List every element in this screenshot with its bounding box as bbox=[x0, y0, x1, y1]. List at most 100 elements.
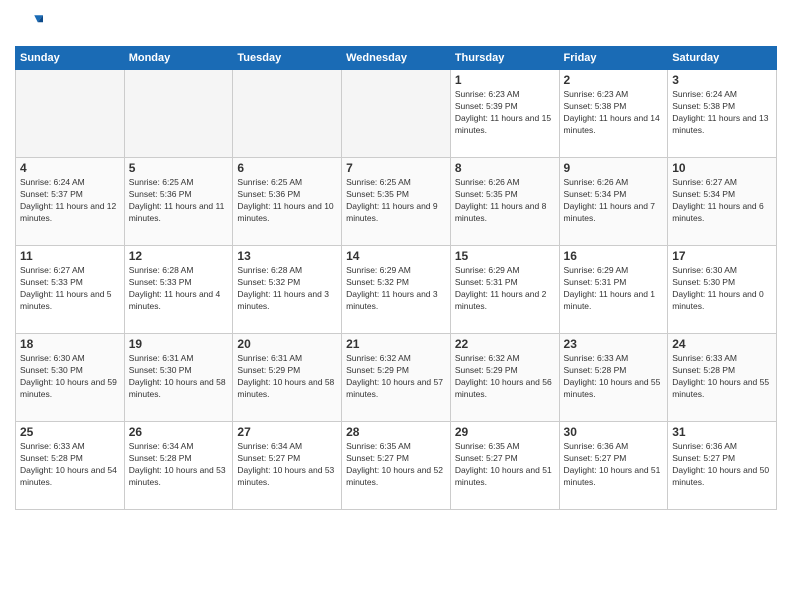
day-info: Sunrise: 6:35 AMSunset: 5:27 PMDaylight:… bbox=[455, 441, 555, 489]
calendar-week-1: 4Sunrise: 6:24 AMSunset: 5:37 PMDaylight… bbox=[16, 158, 777, 246]
column-header-friday: Friday bbox=[559, 47, 668, 70]
calendar-cell: 16 Sunrise: 6:29 AMSunset: 5:31 PMDayligh… bbox=[559, 246, 668, 334]
day-number: 21 bbox=[346, 337, 446, 351]
day-info: Sunrise: 6:25 AMSunset: 5:36 PMDaylight:… bbox=[237, 177, 337, 225]
day-number: 18 bbox=[20, 337, 120, 351]
calendar-week-4: 25 Sunrise: 6:33 AMSunset: 5:28 PMDayligh… bbox=[16, 422, 777, 510]
calendar-cell: 3 Sunrise: 6:24 AMSunset: 5:38 PMDaylight… bbox=[668, 70, 777, 158]
calendar-week-2: 11Sunrise: 6:27 AMSunset: 5:33 PMDayligh… bbox=[16, 246, 777, 334]
calendar-cell: 25 Sunrise: 6:33 AMSunset: 5:28 PMDayligh… bbox=[16, 422, 125, 510]
day-number: 28 bbox=[346, 425, 446, 439]
calendar-cell: 1 Sunrise: 6:23 AMSunset: 5:39 PMDaylight… bbox=[450, 70, 559, 158]
day-info: Sunrise: 6:36 AMSunset: 5:27 PMDaylight:… bbox=[564, 441, 664, 489]
calendar-cell: 9Sunrise: 6:26 AMSunset: 5:34 PMDaylight… bbox=[559, 158, 668, 246]
day-number: 27 bbox=[237, 425, 337, 439]
calendar-table: SundayMondayTuesdayWednesdayThursdayFrid… bbox=[15, 46, 777, 510]
column-header-saturday: Saturday bbox=[668, 47, 777, 70]
day-info: Sunrise: 6:27 AMSunset: 5:34 PMDaylight:… bbox=[672, 177, 772, 225]
calendar-cell bbox=[124, 70, 233, 158]
day-number: 31 bbox=[672, 425, 772, 439]
day-info: Sunrise: 6:33 AMSunset: 5:28 PMDaylight:… bbox=[672, 353, 772, 401]
column-header-monday: Monday bbox=[124, 47, 233, 70]
day-number: 9 bbox=[564, 161, 664, 175]
day-info: Sunrise: 6:28 AMSunset: 5:32 PMDaylight:… bbox=[237, 265, 337, 313]
logo-icon bbox=[15, 10, 43, 38]
day-number: 26 bbox=[129, 425, 229, 439]
day-info: Sunrise: 6:30 AMSunset: 5:30 PMDaylight:… bbox=[20, 353, 120, 401]
day-info: Sunrise: 6:33 AMSunset: 5:28 PMDaylight:… bbox=[564, 353, 664, 401]
calendar-cell: 27Sunrise: 6:34 AMSunset: 5:27 PMDayligh… bbox=[233, 422, 342, 510]
calendar-cell: 12Sunrise: 6:28 AMSunset: 5:33 PMDayligh… bbox=[124, 246, 233, 334]
calendar-cell: 31 Sunrise: 6:36 AMSunset: 5:27 PMDayligh… bbox=[668, 422, 777, 510]
day-number: 19 bbox=[129, 337, 229, 351]
day-info: Sunrise: 6:25 AMSunset: 5:35 PMDaylight:… bbox=[346, 177, 446, 225]
calendar-cell: 13 Sunrise: 6:28 AMSunset: 5:32 PMDayligh… bbox=[233, 246, 342, 334]
day-number: 1 bbox=[455, 73, 555, 87]
day-number: 30 bbox=[564, 425, 664, 439]
calendar-week-3: 18 Sunrise: 6:30 AMSunset: 5:30 PMDayligh… bbox=[16, 334, 777, 422]
day-number: 14 bbox=[346, 249, 446, 263]
day-number: 29 bbox=[455, 425, 555, 439]
day-number: 24 bbox=[672, 337, 772, 351]
calendar-cell: 5 Sunrise: 6:25 AMSunset: 5:36 PMDaylight… bbox=[124, 158, 233, 246]
day-number: 10 bbox=[672, 161, 772, 175]
calendar-cell: 8Sunrise: 6:26 AMSunset: 5:35 PMDaylight… bbox=[450, 158, 559, 246]
calendar-cell: 19 Sunrise: 6:31 AMSunset: 5:30 PMDayligh… bbox=[124, 334, 233, 422]
day-info: Sunrise: 6:31 AMSunset: 5:30 PMDaylight:… bbox=[129, 353, 229, 401]
day-number: 17 bbox=[672, 249, 772, 263]
day-info: Sunrise: 6:26 AMSunset: 5:35 PMDaylight:… bbox=[455, 177, 555, 225]
day-number: 25 bbox=[20, 425, 120, 439]
calendar-cell: 18 Sunrise: 6:30 AMSunset: 5:30 PMDayligh… bbox=[16, 334, 125, 422]
calendar-cell: 21 Sunrise: 6:32 AMSunset: 5:29 PMDayligh… bbox=[342, 334, 451, 422]
calendar-cell: 30 Sunrise: 6:36 AMSunset: 5:27 PMDayligh… bbox=[559, 422, 668, 510]
calendar-cell: 28Sunrise: 6:35 AMSunset: 5:27 PMDayligh… bbox=[342, 422, 451, 510]
calendar-cell: 24 Sunrise: 6:33 AMSunset: 5:28 PMDayligh… bbox=[668, 334, 777, 422]
day-info: Sunrise: 6:33 AMSunset: 5:28 PMDaylight:… bbox=[20, 441, 120, 489]
day-info: Sunrise: 6:23 AMSunset: 5:38 PMDaylight:… bbox=[564, 89, 664, 137]
day-info: Sunrise: 6:34 AMSunset: 5:28 PMDaylight:… bbox=[129, 441, 229, 489]
calendar-cell: 17 Sunrise: 6:30 AMSunset: 5:30 PMDayligh… bbox=[668, 246, 777, 334]
column-header-sunday: Sunday bbox=[16, 47, 125, 70]
column-header-tuesday: Tuesday bbox=[233, 47, 342, 70]
calendar-cell: 14Sunrise: 6:29 AMSunset: 5:32 PMDayligh… bbox=[342, 246, 451, 334]
calendar-cell bbox=[342, 70, 451, 158]
day-info: Sunrise: 6:25 AMSunset: 5:36 PMDaylight:… bbox=[129, 177, 229, 225]
calendar-cell: 7 Sunrise: 6:25 AMSunset: 5:35 PMDaylight… bbox=[342, 158, 451, 246]
day-info: Sunrise: 6:29 AMSunset: 5:31 PMDaylight:… bbox=[564, 265, 664, 313]
calendar-week-0: 1 Sunrise: 6:23 AMSunset: 5:39 PMDaylight… bbox=[16, 70, 777, 158]
calendar-cell: 2 Sunrise: 6:23 AMSunset: 5:38 PMDaylight… bbox=[559, 70, 668, 158]
day-number: 13 bbox=[237, 249, 337, 263]
day-number: 6 bbox=[237, 161, 337, 175]
calendar-cell bbox=[233, 70, 342, 158]
day-number: 20 bbox=[237, 337, 337, 351]
calendar-cell: 4Sunrise: 6:24 AMSunset: 5:37 PMDaylight… bbox=[16, 158, 125, 246]
calendar-cell: 10 Sunrise: 6:27 AMSunset: 5:34 PMDayligh… bbox=[668, 158, 777, 246]
day-number: 5 bbox=[129, 161, 229, 175]
calendar-cell: 15 Sunrise: 6:29 AMSunset: 5:31 PMDayligh… bbox=[450, 246, 559, 334]
page: SundayMondayTuesdayWednesdayThursdayFrid… bbox=[0, 0, 792, 612]
day-number: 12 bbox=[129, 249, 229, 263]
day-info: Sunrise: 6:29 AMSunset: 5:31 PMDaylight:… bbox=[455, 265, 555, 313]
day-number: 15 bbox=[455, 249, 555, 263]
day-number: 11 bbox=[20, 249, 120, 263]
calendar-cell: 23Sunrise: 6:33 AMSunset: 5:28 PMDayligh… bbox=[559, 334, 668, 422]
day-number: 22 bbox=[455, 337, 555, 351]
day-info: Sunrise: 6:24 AMSunset: 5:38 PMDaylight:… bbox=[672, 89, 772, 137]
day-number: 2 bbox=[564, 73, 664, 87]
calendar-cell bbox=[16, 70, 125, 158]
day-info: Sunrise: 6:23 AMSunset: 5:39 PMDaylight:… bbox=[455, 89, 555, 137]
day-number: 3 bbox=[672, 73, 772, 87]
calendar-cell: 6 Sunrise: 6:25 AMSunset: 5:36 PMDaylight… bbox=[233, 158, 342, 246]
logo bbox=[15, 10, 47, 38]
day-info: Sunrise: 6:32 AMSunset: 5:29 PMDaylight:… bbox=[346, 353, 446, 401]
calendar-cell: 29 Sunrise: 6:35 AMSunset: 5:27 PMDayligh… bbox=[450, 422, 559, 510]
day-info: Sunrise: 6:31 AMSunset: 5:29 PMDaylight:… bbox=[237, 353, 337, 401]
calendar-header-row: SundayMondayTuesdayWednesdayThursdayFrid… bbox=[16, 47, 777, 70]
day-info: Sunrise: 6:36 AMSunset: 5:27 PMDaylight:… bbox=[672, 441, 772, 489]
calendar-cell: 11Sunrise: 6:27 AMSunset: 5:33 PMDayligh… bbox=[16, 246, 125, 334]
calendar-cell: 22Sunrise: 6:32 AMSunset: 5:29 PMDayligh… bbox=[450, 334, 559, 422]
day-number: 7 bbox=[346, 161, 446, 175]
calendar-cell: 20 Sunrise: 6:31 AMSunset: 5:29 PMDayligh… bbox=[233, 334, 342, 422]
day-number: 16 bbox=[564, 249, 664, 263]
day-info: Sunrise: 6:30 AMSunset: 5:30 PMDaylight:… bbox=[672, 265, 772, 313]
